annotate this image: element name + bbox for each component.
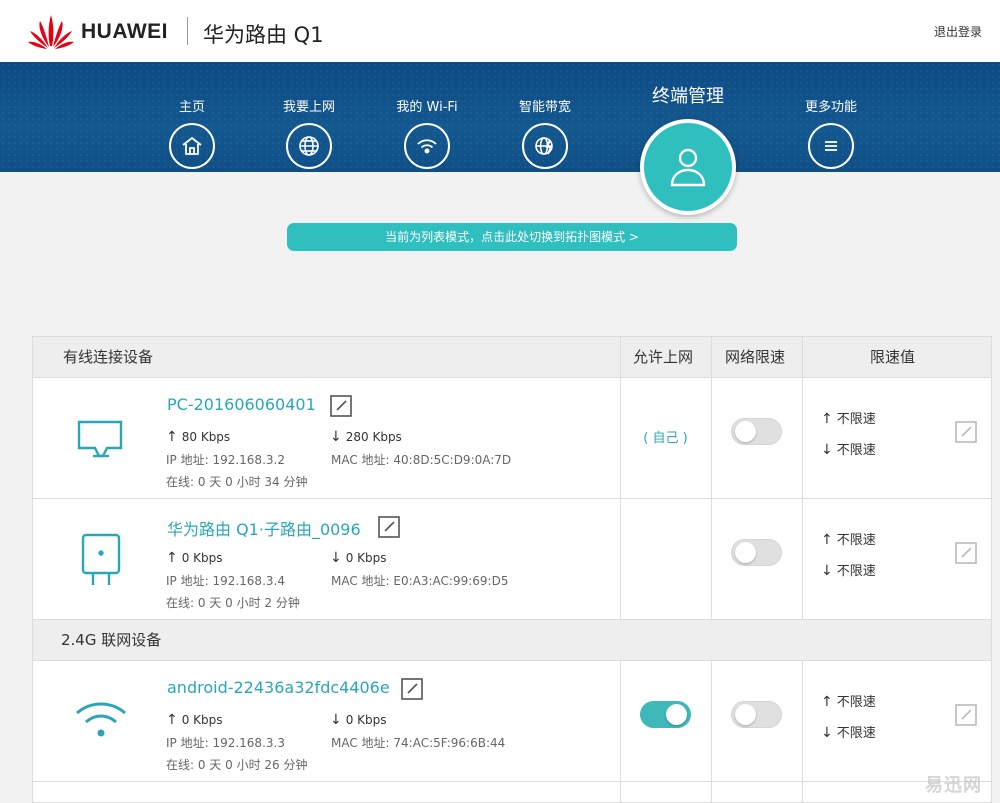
nav-home-label: 主页 xyxy=(178,100,205,115)
download-speed: ↓ 0 Kbps xyxy=(330,712,387,728)
online-time: 在线: 0 天 0 小时 26 分钟 xyxy=(166,758,308,772)
brand-name: HUAWEI xyxy=(81,20,168,43)
edit-name-icon[interactable] xyxy=(400,677,424,701)
speed-limit-toggle[interactable] xyxy=(731,418,782,445)
product-name: 华为路由 Q1 xyxy=(203,23,324,47)
section-header-24g: 2.4G 联网设备 xyxy=(33,620,991,661)
device-name: PC-201606060401 xyxy=(167,395,316,414)
table-header: 有线连接设备 允许上网 网络限速 限速值 xyxy=(33,337,991,378)
nav-wifi[interactable]: 我的 Wi-Fi xyxy=(392,62,462,169)
toggle-knob xyxy=(666,704,687,725)
nav-home[interactable]: 主页 xyxy=(167,62,217,169)
nav-wifi-label: 我的 Wi-Fi xyxy=(396,100,458,115)
user-icon xyxy=(640,119,736,215)
limit-up: ↑ 不限速 xyxy=(821,411,876,427)
edit-name-icon[interactable] xyxy=(329,394,353,418)
nav-device-management-label: 终端管理 xyxy=(652,86,724,107)
nav-internet-label: 我要上网 xyxy=(282,100,335,115)
bandwidth-icon xyxy=(522,123,568,169)
toggle-knob xyxy=(735,421,756,442)
ip-address: IP 地址: 192.168.3.2 xyxy=(166,453,285,467)
upload-speed: ↑ 0 Kbps xyxy=(166,550,223,566)
allow-internet-toggle[interactable] xyxy=(640,701,691,728)
huawei-logo-icon xyxy=(28,15,74,49)
limit-down: ↓ 不限速 xyxy=(821,442,876,458)
column-divider xyxy=(711,661,712,802)
nav-more[interactable]: 更多功能 xyxy=(801,62,861,169)
home-icon xyxy=(169,123,215,169)
mac-address: MAC 地址: 74:AC:5F:96:6B:44 xyxy=(331,736,506,750)
nav-more-label: 更多功能 xyxy=(804,100,857,115)
device-table: 有线连接设备 允许上网 网络限速 限速值 PC-201606060401 ↑ 80… xyxy=(32,336,992,803)
upload-speed: ↑ 0 Kbps xyxy=(166,712,223,728)
nav-band: 主页 我要上网 我的 Wi-Fi 智能带宽 更多功能 xyxy=(0,62,1000,172)
nav-bandwidth[interactable]: 智能带宽 xyxy=(515,62,575,169)
monitor-icon xyxy=(77,420,123,458)
column-divider xyxy=(620,337,621,620)
header-speed-limit: 网络限速 xyxy=(725,348,786,366)
header-limit-value: 限速值 xyxy=(870,348,916,366)
limit-up: ↑ 不限速 xyxy=(821,532,876,548)
wifi-device-icon xyxy=(76,702,126,737)
online-time: 在线: 0 天 0 小时 34 分钟 xyxy=(166,475,308,489)
sub-router-icon xyxy=(81,533,121,585)
edit-limit-icon[interactable] xyxy=(954,541,978,565)
header-allow-internet: 允许上网 xyxy=(633,348,694,366)
table-row: android-22436a32fdc4406e ↑ 0 Kbps ↓ 0 Kbps… xyxy=(33,661,991,782)
header-divider xyxy=(187,17,188,45)
table-row: 华为路由 Q1·子路由_0096 ↑ 0 Kbps ↓ 0 Kbps IP 地址: … xyxy=(33,499,991,620)
logout-link[interactable]: 退出登录 xyxy=(934,23,982,40)
online-time: 在线: 0 天 0 小时 2 分钟 xyxy=(166,596,300,610)
header-wired-devices: 有线连接设备 xyxy=(63,348,154,366)
speed-limit-toggle[interactable] xyxy=(731,701,782,728)
edit-limit-icon[interactable] xyxy=(954,420,978,444)
edit-limit-icon[interactable] xyxy=(954,703,978,727)
nav-device-management[interactable]: 终端管理 xyxy=(640,62,736,215)
limit-down: ↓ 不限速 xyxy=(821,725,876,741)
nav-internet[interactable]: 我要上网 xyxy=(280,62,338,169)
column-divider xyxy=(802,661,803,802)
watermark: 易迅网 xyxy=(925,775,982,796)
download-speed: ↓ 280 Kbps xyxy=(330,429,402,445)
toggle-knob xyxy=(735,704,756,725)
wifi-icon xyxy=(404,123,450,169)
edit-name-icon[interactable] xyxy=(377,515,401,539)
column-divider xyxy=(620,661,621,802)
top-bar: HUAWEI 华为路由 Q1 退出登录 xyxy=(0,0,1000,62)
mac-address: MAC 地址: E0:A3:AC:99:69:D5 xyxy=(331,574,509,588)
menu-icon xyxy=(808,123,854,169)
limit-down: ↓ 不限速 xyxy=(821,563,876,579)
mac-address: MAC 地址: 40:8D:5C:D9:0A:7D xyxy=(331,453,512,467)
device-name: android-22436a32fdc4406e xyxy=(167,678,390,697)
ip-address: IP 地址: 192.168.3.4 xyxy=(166,574,285,588)
limit-up: ↑ 不限速 xyxy=(821,694,876,710)
self-tag: ( 自己 ) xyxy=(643,431,688,446)
ip-address: IP 地址: 192.168.3.3 xyxy=(166,736,285,750)
toggle-knob xyxy=(735,542,756,563)
download-speed: ↓ 0 Kbps xyxy=(330,550,387,566)
section-title: 2.4G 联网设备 xyxy=(61,631,162,649)
column-divider xyxy=(802,337,803,620)
speed-limit-toggle[interactable] xyxy=(731,539,782,566)
upload-speed: ↑ 80 Kbps xyxy=(166,429,231,445)
column-divider xyxy=(711,337,712,620)
mode-switch-banner[interactable]: 当前为列表模式，点击此处切换到拓扑图模式 > xyxy=(287,223,737,251)
nav-bandwidth-label: 智能带宽 xyxy=(518,100,571,115)
table-row: PC-201606060401 ↑ 80 Kbps ↓ 280 Kbps IP 地址… xyxy=(33,378,991,499)
device-name: 华为路由 Q1·子路由_0096 xyxy=(167,520,361,539)
globe-icon xyxy=(286,123,332,169)
